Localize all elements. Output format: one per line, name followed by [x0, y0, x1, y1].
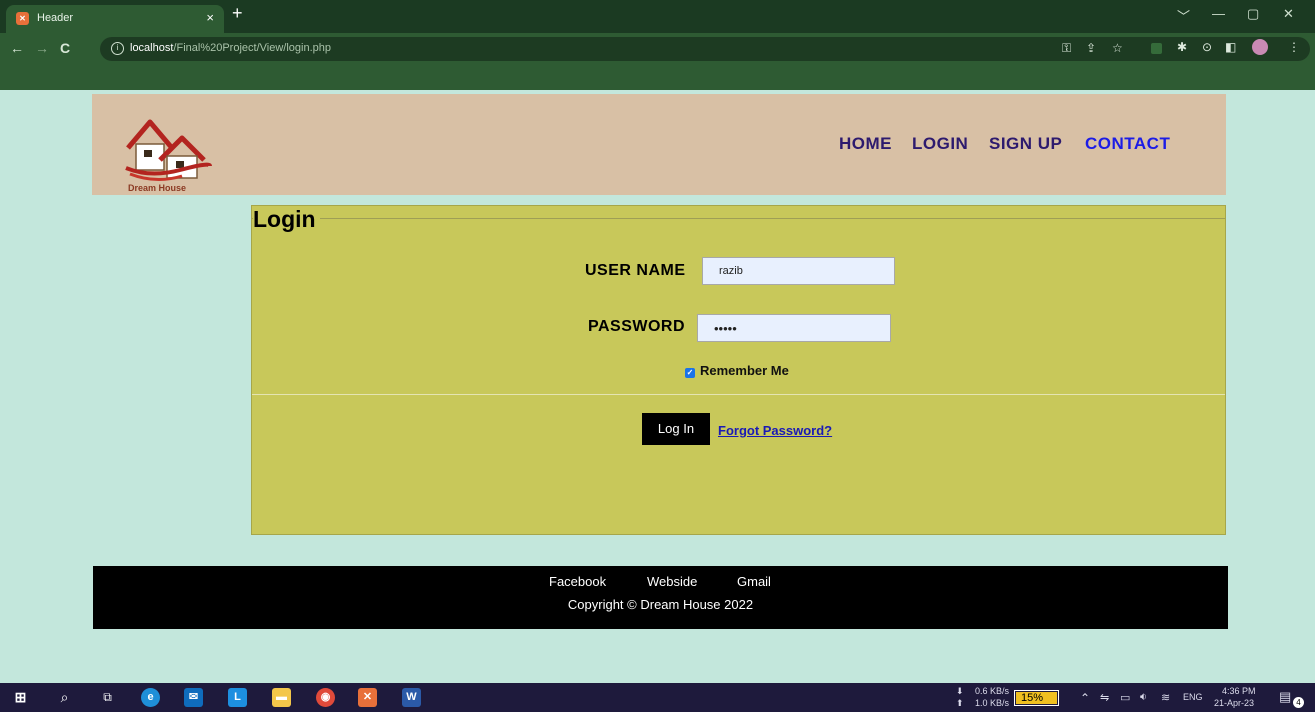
show-hidden-icons-icon[interactable]: ⌃ — [1080, 691, 1090, 705]
bookmark-star-icon[interactable]: ☆ — [1112, 41, 1123, 55]
remember-me[interactable]: ✓ Remember Me — [685, 363, 789, 378]
chrome-icon[interactable]: ◉ — [316, 688, 335, 707]
upload-arrow-icon: ⬆ — [956, 698, 964, 708]
edge-browser-icon[interactable]: e — [141, 688, 160, 707]
nav-contact-link[interactable]: CONTACT — [1085, 134, 1170, 154]
divider — [252, 394, 1225, 395]
search-icon[interactable]: ⌕ — [55, 688, 74, 707]
copyright-text: Copyright © Dream House 2022 — [567, 597, 754, 612]
xampp-favicon-icon: ✕ — [16, 12, 29, 25]
key-icon[interactable]: ⚿ — [1062, 41, 1071, 56]
back-arrow-icon[interactable]: ← — [10, 40, 24, 56]
username-input[interactable] — [702, 257, 895, 285]
notification-icon[interactable]: ▤ — [1279, 689, 1291, 705]
nav-home-link[interactable]: HOME — [839, 134, 892, 154]
address-bar-row: ← → C i localhost/Final%20Project/View/l… — [0, 33, 1315, 65]
file-explorer-icon[interactable]: ▬ — [272, 688, 291, 707]
net-upload-speed: 1.0 KB/s — [975, 698, 1010, 708]
logo-text: Dream House — [128, 183, 187, 193]
address-bar[interactable]: i localhost/Final%20Project/View/login.p… — [100, 37, 1310, 61]
fieldset-border — [252, 218, 1225, 219]
browser-tab-bar: ✕ Header × + ﹀ — ▢ ✕ — [0, 0, 1315, 33]
site-info-icon[interactable]: i — [111, 42, 124, 55]
clock-time[interactable]: 4:36 PM — [1222, 686, 1256, 696]
remember-me-label: Remember Me — [700, 363, 789, 378]
wifi-icon[interactable]: ≋ — [1161, 691, 1170, 704]
bookmarks-bar — [0, 65, 1315, 90]
extension-icon[interactable] — [1151, 43, 1162, 54]
forgot-password-link[interactable]: Forgot Password? — [718, 423, 832, 438]
task-view-icon[interactable]: ⧉ — [98, 688, 117, 707]
remember-me-checkbox[interactable]: ✓ — [685, 368, 695, 378]
profile-avatar[interactable] — [1252, 39, 1268, 55]
house-logo-icon — [125, 119, 212, 181]
mail-icon[interactable]: ✉ — [184, 688, 203, 707]
footer-gmail-link[interactable]: Gmail — [737, 574, 771, 589]
password-label: PASSWORD — [588, 318, 686, 335]
footer-website-link[interactable]: Webside — [647, 574, 697, 589]
notification-count-badge: 4 — [1293, 697, 1304, 708]
word-icon[interactable]: W — [402, 688, 421, 707]
footer-facebook-link[interactable]: Facebook — [549, 574, 606, 589]
clock-date[interactable]: 21-Apr-23 — [1214, 698, 1254, 708]
xampp-icon[interactable]: ✕ — [358, 688, 377, 707]
forward-arrow-icon[interactable]: → — [35, 40, 49, 56]
browser-menu-icon[interactable]: ⋮ — [1288, 40, 1300, 54]
windows-taskbar: ⊞ ⌕ ⧉ e ✉ L ▬ ◉ ✕ W ⬇ 0.6 KB/s ⬆ 1.0 KB/… — [0, 683, 1315, 712]
download-arrow-icon: ⬇ — [956, 686, 964, 696]
site-header: Dream House HOME LOGIN SIGN UP CONTACT — [92, 94, 1226, 195]
side-panel-icon[interactable]: ◧ — [1225, 40, 1236, 54]
login-fieldset: Login USER NAME PASSWORD ✓ Remember Me Lo… — [251, 205, 1226, 535]
site-footer: Facebook Webside Gmail Copyright © Dream… — [93, 566, 1228, 629]
reload-icon[interactable]: C — [60, 40, 70, 56]
battery-indicator[interactable]: 15% — [1014, 690, 1059, 706]
network-icon[interactable]: ⇋ — [1100, 691, 1109, 704]
tab-title: Header — [37, 12, 74, 24]
volume-icon[interactable]: 🔉︎ — [1140, 691, 1147, 704]
close-window-button[interactable]: ✕ — [1283, 6, 1294, 22]
net-download-speed: 0.6 KB/s — [975, 686, 1010, 696]
l-app-icon[interactable]: L — [228, 688, 247, 707]
minimize-button[interactable]: — — [1212, 6, 1225, 21]
maximize-button[interactable]: ▢ — [1247, 6, 1259, 22]
battery-tray-icon[interactable]: ▭ — [1120, 691, 1130, 704]
history-icon[interactable]: ⊙ — [1202, 40, 1212, 54]
password-input[interactable] — [697, 314, 891, 342]
login-legend: Login — [253, 206, 320, 233]
tab-close-button[interactable]: × — [206, 10, 214, 25]
username-label: USER NAME — [585, 262, 686, 279]
nav-login-link[interactable]: LOGIN — [912, 134, 968, 154]
dream-house-logo[interactable]: Dream House — [120, 108, 212, 193]
browser-tab[interactable]: ✕ Header × — [6, 5, 224, 33]
new-tab-button[interactable]: + — [232, 3, 243, 24]
windows-start-icon[interactable]: ⊞ — [11, 688, 30, 707]
tab-search-icon[interactable]: ﹀ — [1177, 6, 1190, 25]
extensions-puzzle-icon[interactable]: ✱ — [1177, 40, 1187, 54]
nav-signup-link[interactable]: SIGN UP — [989, 134, 1062, 154]
share-icon[interactable]: ⇪ — [1086, 41, 1096, 55]
language-indicator[interactable]: ENG — [1183, 692, 1203, 702]
url-text: localhost/Final%20Project/View/login.php — [130, 42, 331, 54]
login-button[interactable]: Log In — [642, 413, 710, 445]
